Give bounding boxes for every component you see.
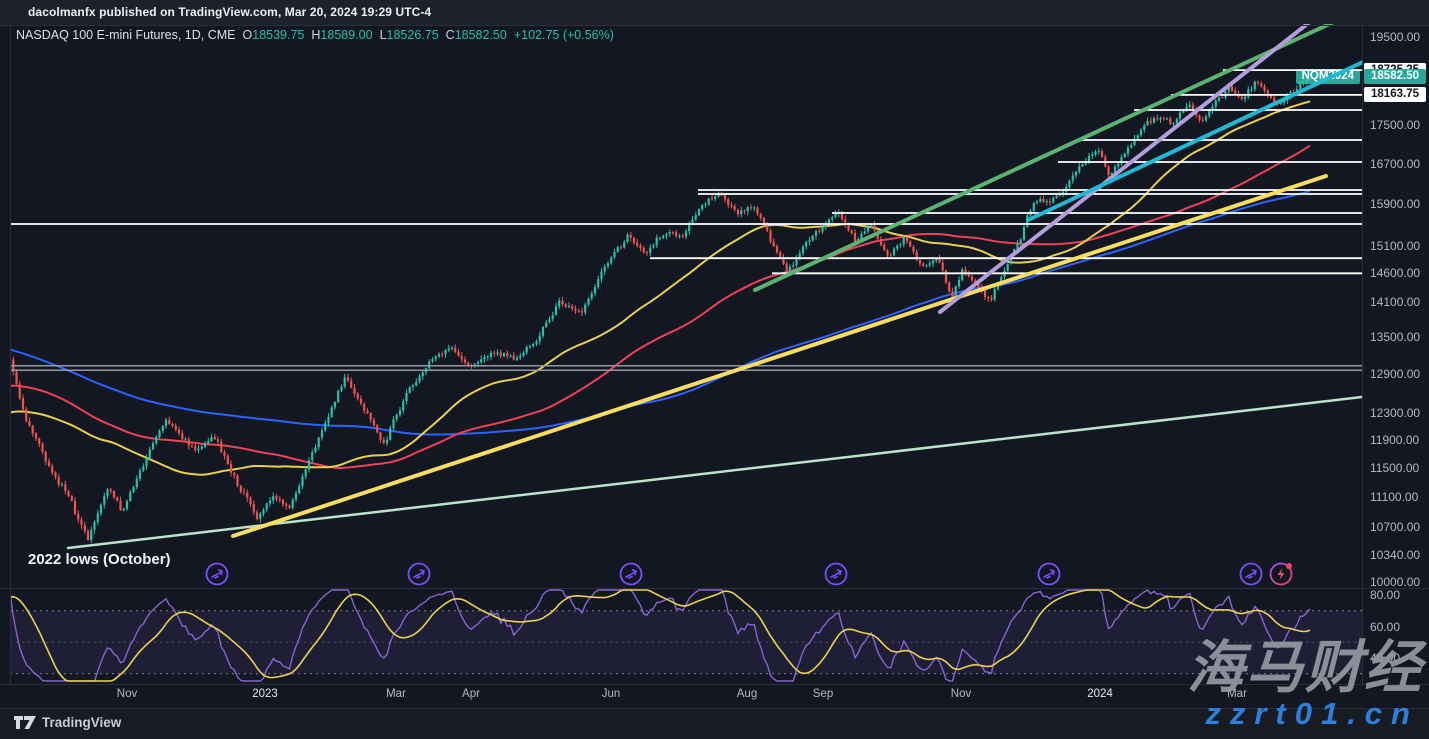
rsi-band [10, 611, 1362, 674]
event-marker-icon[interactable] [1039, 564, 1060, 585]
event-marker-icon[interactable] [621, 564, 642, 585]
down-candle-wicks [10, 81, 1294, 541]
close-label: C [446, 28, 455, 42]
event-marker-icon[interactable] [1241, 564, 1262, 585]
rsi-pane[interactable] [10, 590, 1362, 681]
low-label: L [380, 28, 387, 42]
symbol-title[interactable]: NASDAQ 100 E-mini Futures, 1D, CME [16, 28, 236, 42]
event-marker-icon[interactable] [409, 564, 430, 585]
alert-lightning-icon[interactable] [1271, 563, 1293, 585]
low-value: 18526.75 [387, 28, 439, 42]
symbol-legend: NASDAQ 100 E-mini Futures, 1D, CME O18539… [16, 28, 614, 42]
sma-200-line [10, 191, 1310, 434]
event-marker-icon[interactable] [207, 564, 228, 585]
trendline-purple-uptrend[interactable] [940, 3, 1334, 312]
open-label: O [243, 28, 253, 42]
main-pane[interactable] [9, 3, 1363, 548]
watermark-cjk: 海马财经 [1187, 622, 1423, 704]
change-value: +102.75 (+0.56%) [514, 28, 614, 42]
tradingview-brand[interactable]: TradingView [14, 715, 121, 730]
up-candle-wicks [62, 74, 1310, 543]
chart-note-2022-lows[interactable]: 2022 lows (October) [28, 551, 171, 568]
sma-50-line [10, 101, 1310, 474]
high-value: 18589.00 [320, 28, 372, 42]
open-value: 18539.75 [252, 28, 304, 42]
event-marker-icon[interactable] [826, 564, 847, 585]
chart-snapshot: dacolmanfx published on TradingView.com,… [0, 0, 1429, 739]
tradingview-logo-icon [14, 715, 36, 730]
watermark-url: zzrt01.cn [1205, 696, 1419, 732]
trendline-yellow-uptrend[interactable] [233, 176, 1326, 536]
tradingview-brand-text: TradingView [42, 715, 121, 730]
close-value: 18582.50 [455, 28, 507, 42]
up-candle-bodies [61, 76, 1311, 540]
trendline-green-channel[interactable] [755, 20, 1338, 290]
